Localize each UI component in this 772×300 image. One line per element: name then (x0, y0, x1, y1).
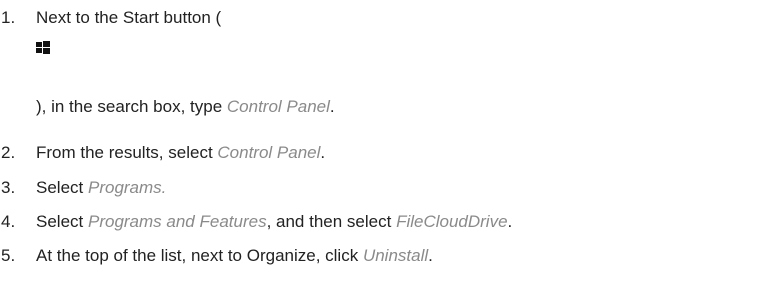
instruction-list: 1. Next to the Start button ( ), in the … (0, 0, 772, 300)
list-item: 3. Select Programs. (0, 177, 772, 201)
list-item: 4. Select Programs and Features, and the… (0, 211, 772, 235)
step-number: 5. (1, 246, 16, 265)
step-number: 2. (1, 143, 16, 162)
ui-term: Uninstall (362, 246, 429, 265)
windows-logo-icon (36, 38, 50, 60)
step-text: Select Programs. (36, 178, 167, 197)
step-number: 1. (1, 8, 16, 27)
list-item: 5. At the top of the list, next to Organ… (0, 245, 772, 269)
ui-term: FileCloudDrive (396, 212, 508, 231)
step-text: Next to the Start button ( (36, 8, 222, 27)
step-text: From the results, select Control Panel. (36, 143, 326, 162)
step-text: At the top of the list, next to Organize… (36, 246, 433, 265)
step-number: 3. (1, 178, 16, 197)
step-number: 4. (1, 212, 16, 231)
ui-term: Programs and Features (87, 212, 267, 231)
step-text: Select Programs and Features, and then s… (36, 212, 513, 231)
ui-term: Programs. (87, 178, 167, 197)
list-item: 2. From the results, select Control Pane… (0, 142, 772, 166)
list-item: 1. Next to the Start button ( ), in the … (0, 7, 772, 127)
ui-term: Control Panel (226, 97, 330, 116)
ui-term: Control Panel (217, 143, 321, 162)
step-text-continued: ), in the search box, type Control Panel… (36, 97, 335, 116)
